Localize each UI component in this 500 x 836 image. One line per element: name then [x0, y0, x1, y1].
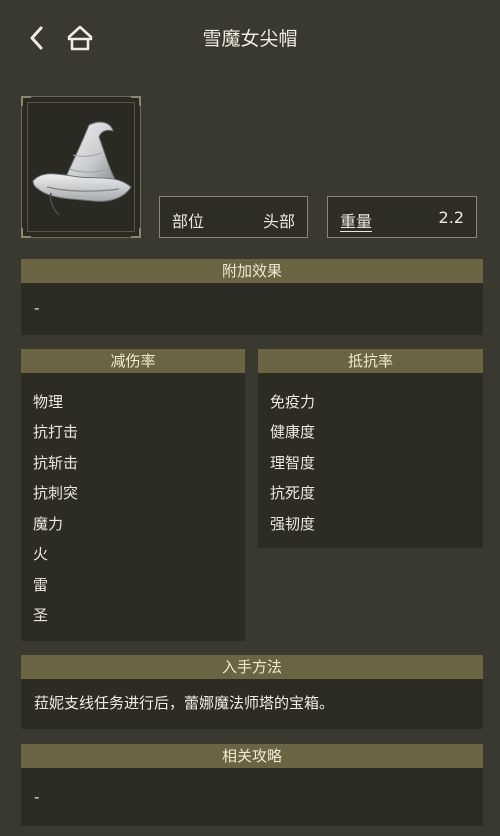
resistance-header: 抵抗率 — [258, 349, 483, 373]
home-icon[interactable] — [66, 24, 94, 52]
list-item: 物理 — [33, 393, 64, 411]
witch-hat-image — [29, 117, 135, 221]
page-title: 雪魔女尖帽 — [202, 28, 298, 50]
guides-panel: - — [21, 768, 483, 826]
effects-panel: - — [21, 283, 483, 335]
stat-part-box: 部位 头部 — [159, 196, 308, 238]
list-item: 抗死度 — [270, 484, 316, 502]
list-item: 圣 — [33, 606, 49, 624]
list-item: 强韧度 — [270, 515, 316, 533]
item-image-frame — [21, 96, 141, 238]
list-item: 抗刺突 — [33, 484, 79, 502]
effects-header: 附加效果 — [21, 259, 483, 283]
header-bar: 雪魔女尖帽 — [0, 0, 500, 76]
list-item: 火 — [33, 545, 49, 563]
list-item: 雷 — [33, 576, 49, 594]
list-item: 抗斩击 — [33, 454, 79, 472]
list-item: 健康度 — [270, 423, 316, 441]
part-value: 头部 — [262, 212, 295, 231]
damage-negation-header: 减伤率 — [21, 349, 245, 373]
guides-value: - — [34, 788, 40, 806]
stat-weight-box: 重量 2.2 — [327, 196, 477, 238]
list-item: 免疫力 — [270, 393, 316, 411]
part-label: 部位 — [172, 212, 205, 231]
acquisition-header: 入手方法 — [21, 655, 483, 679]
list-item: 理智度 — [270, 454, 316, 472]
weight-label[interactable]: 重量 — [340, 208, 372, 232]
guides-header: 相关攻略 — [21, 744, 483, 768]
acquisition-panel: 菈妮支线任务进行后，蕾娜魔法师塔的宝箱。 — [21, 679, 483, 729]
effects-value: - — [34, 299, 40, 317]
damage-negation-panel: 物理 抗打击 抗斩击 抗刺突 魔力 火 雷 圣 — [21, 373, 245, 641]
acquisition-text: 菈妮支线任务进行后，蕾娜魔法师塔的宝箱。 — [34, 694, 335, 712]
list-item: 魔力 — [33, 515, 64, 533]
weight-value: 2.2 — [438, 208, 464, 227]
back-icon[interactable] — [26, 24, 48, 52]
list-item: 抗打击 — [33, 423, 79, 441]
resistance-panel: 免疫力 健康度 理智度 抗死度 强韧度 — [258, 373, 483, 548]
